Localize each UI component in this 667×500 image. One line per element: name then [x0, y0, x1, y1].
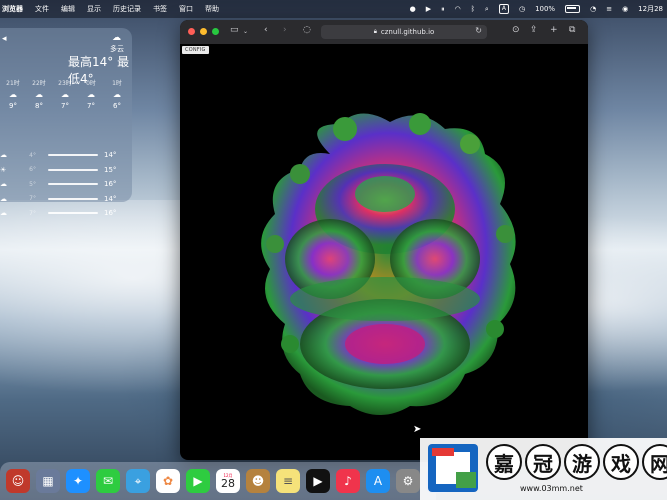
menu-window[interactable]: 窗口	[179, 4, 193, 14]
finder-icon[interactable]: ☺	[6, 469, 30, 493]
fractal-body	[261, 113, 516, 415]
cloud-icon: ☁	[0, 209, 7, 218]
fractal-render	[261, 113, 516, 415]
cloud-icon: ☁	[61, 90, 69, 99]
browser-toolbar: ▭ ⌄ ‹ › ◌ 🔒︎ cznull.github.io ↻ ⊙ ⇪ + ⧉	[180, 20, 588, 44]
temp-range-bar	[48, 212, 98, 215]
launchpad-icon[interactable]: ▦	[36, 469, 60, 493]
cloud-icon: ☁	[113, 90, 121, 99]
chevron-down-icon[interactable]: ⌄	[243, 28, 248, 35]
config-button[interactable]: CONFIG	[182, 46, 209, 54]
cloud-icon: ☁	[0, 194, 7, 203]
hour-item: 1时 ☁ 6°	[104, 78, 130, 110]
forward-icon[interactable]: ›	[283, 25, 287, 35]
location-arrow-icon: ◂	[2, 34, 7, 44]
battery-label[interactable]: 100%	[535, 5, 555, 13]
weather-widget[interactable]: ◂ ☁ 多云 最高14° 最低4° 21时 ☁ 9° 22时 ☁ 8° 23时 ☁ 7° 0…	[0, 28, 132, 217]
day-row: ☀ 6° 15°	[0, 165, 117, 174]
hourly-forecast: 21时 ☁ 9° 22时 ☁ 8° 23时 ☁ 7° 0时 ☁ 7° 1时 ☁ 6°	[0, 78, 132, 110]
focus-icon[interactable]: ●	[410, 5, 416, 13]
dock: ☺ ▦ ✦ ✉ ⌖ ✿ ▶ 12月 28 ☻ ≡ ▶ ♪ A ⚙ W	[0, 462, 450, 500]
menu-edit[interactable]: 编辑	[61, 4, 75, 14]
contacts-icon[interactable]: ☻	[246, 469, 270, 493]
tab-overview-icon[interactable]: ⧉	[569, 25, 575, 35]
photos-icon[interactable]: ✿	[156, 469, 180, 493]
system-settings-icon[interactable]: ⚙	[396, 469, 420, 493]
reload-icon[interactable]: ↻	[475, 26, 482, 35]
day-row: ☁ 4° 14°	[0, 151, 117, 160]
menu-clock[interactable]: 12月28	[638, 4, 663, 14]
battery-icon[interactable]	[565, 5, 581, 13]
window-controls	[188, 28, 219, 35]
input-source-icon[interactable]: A	[498, 4, 509, 14]
hour-item: 21时 ☁ 9°	[0, 78, 26, 110]
apple-tv-icon[interactable]: ▶	[306, 469, 330, 493]
share-icon[interactable]: ⇪	[530, 25, 538, 35]
messages-icon[interactable]: ✉	[96, 469, 120, 493]
download-icon[interactable]: ⊙	[512, 25, 520, 35]
menu-file[interactable]: 文件	[35, 4, 49, 14]
watermark-logo	[428, 444, 478, 492]
bluetooth-icon[interactable]: ᛒ	[471, 5, 475, 13]
close-button[interactable]	[188, 28, 195, 35]
watermark: 嘉 冠 游 戏 网 www.03mm.net	[420, 438, 667, 500]
menu-bar: 浏览器 文件 编辑 显示 历史记录 书签 窗口 帮助 ● ▶ ⏸ ◠ ᛒ ⌕ A…	[0, 0, 667, 18]
new-tab-icon[interactable]: +	[550, 25, 558, 35]
siri-icon[interactable]: ◉	[622, 5, 628, 13]
pause-icon[interactable]: ⏸	[441, 5, 445, 14]
address-bar[interactable]: 🔒︎ cznull.github.io ↻	[321, 25, 487, 39]
daily-forecast: ☁ 4° 14° ☀ 6° 15° ☁ 5° 16° ☁ 7° 14° ☁ 7° 16°	[0, 148, 132, 221]
safari-icon[interactable]: ✦	[66, 469, 90, 493]
cloud-icon: ☁	[35, 90, 43, 99]
play-icon[interactable]: ▶	[426, 5, 431, 13]
calendar-day: 28	[221, 476, 235, 490]
airdrop-icon[interactable]: ◠	[455, 5, 461, 13]
day-row: ☁ 7° 14°	[0, 194, 117, 203]
app-store-icon[interactable]: A	[366, 469, 390, 493]
menu-history[interactable]: 历史记录	[113, 4, 141, 14]
wifi-icon[interactable]: ◔	[590, 5, 596, 13]
music-icon[interactable]: ♪	[336, 469, 360, 493]
maximize-button[interactable]	[212, 28, 219, 35]
cloud-icon: ☁	[0, 151, 7, 160]
menu-bookmarks[interactable]: 书签	[153, 4, 167, 14]
maps-icon[interactable]: ⌖	[126, 469, 150, 493]
hour-item: 22时 ☁ 8°	[26, 78, 52, 110]
lock-icon: 🔒︎	[373, 28, 377, 35]
cloud-icon: ☁	[9, 90, 17, 99]
sun-icon: ☀	[0, 165, 7, 174]
menu-view[interactable]: 显示	[87, 4, 101, 14]
mouse-cursor-icon: ➤	[413, 424, 422, 435]
facetime-icon[interactable]: ▶	[186, 469, 210, 493]
control-center-icon[interactable]: ≡	[606, 5, 612, 13]
notes-icon[interactable]: ≡	[276, 469, 300, 493]
menu-app-name[interactable]: 浏览器	[2, 4, 23, 14]
calendar-icon[interactable]: 12月 28	[216, 469, 240, 493]
temp-range-bar	[48, 168, 98, 171]
cloud-icon: ☁	[112, 33, 121, 43]
day-row: ☁ 5° 16°	[0, 180, 117, 189]
day-row: ☁ 7° 16°	[0, 209, 117, 218]
loading-icon: ◌	[303, 25, 311, 35]
search-icon[interactable]: ⌕	[485, 5, 489, 14]
clock-icon[interactable]: ◷	[519, 5, 525, 13]
sidebar-icon[interactable]: ▭	[230, 25, 239, 35]
temp-range-bar	[48, 197, 98, 200]
minimize-button[interactable]	[200, 28, 207, 35]
back-icon[interactable]: ‹	[264, 25, 268, 35]
menu-help[interactable]: 帮助	[205, 4, 219, 14]
hour-item: 0时 ☁ 7°	[78, 78, 104, 110]
address-url: cznull.github.io	[380, 28, 435, 36]
cloud-icon: ☁	[0, 180, 7, 189]
temp-range-bar	[48, 154, 98, 157]
cloud-icon: ☁	[87, 90, 95, 99]
watermark-title: 嘉 冠 游 戏 网	[486, 444, 667, 480]
browser-window: ▭ ⌄ ‹ › ◌ 🔒︎ cznull.github.io ↻ ⊙ ⇪ + ⧉	[180, 20, 588, 460]
hour-item: 23时 ☁ 7°	[52, 78, 78, 110]
temp-range-bar	[48, 183, 98, 186]
watermark-url: www.03mm.net	[520, 484, 583, 493]
